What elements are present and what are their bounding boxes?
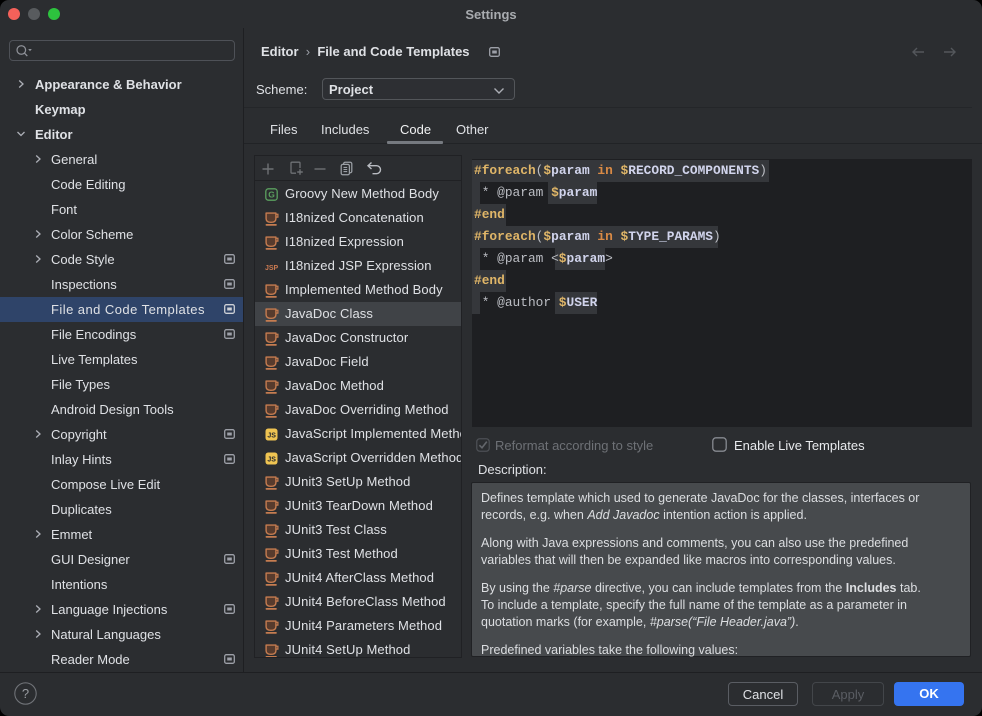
- svg-text:G: G: [268, 190, 275, 200]
- svg-text:?: ?: [22, 686, 29, 701]
- svg-text:JSP: JSP: [265, 265, 279, 272]
- svg-text:JS: JS: [267, 433, 276, 440]
- svg-text:JS: JS: [267, 457, 276, 464]
